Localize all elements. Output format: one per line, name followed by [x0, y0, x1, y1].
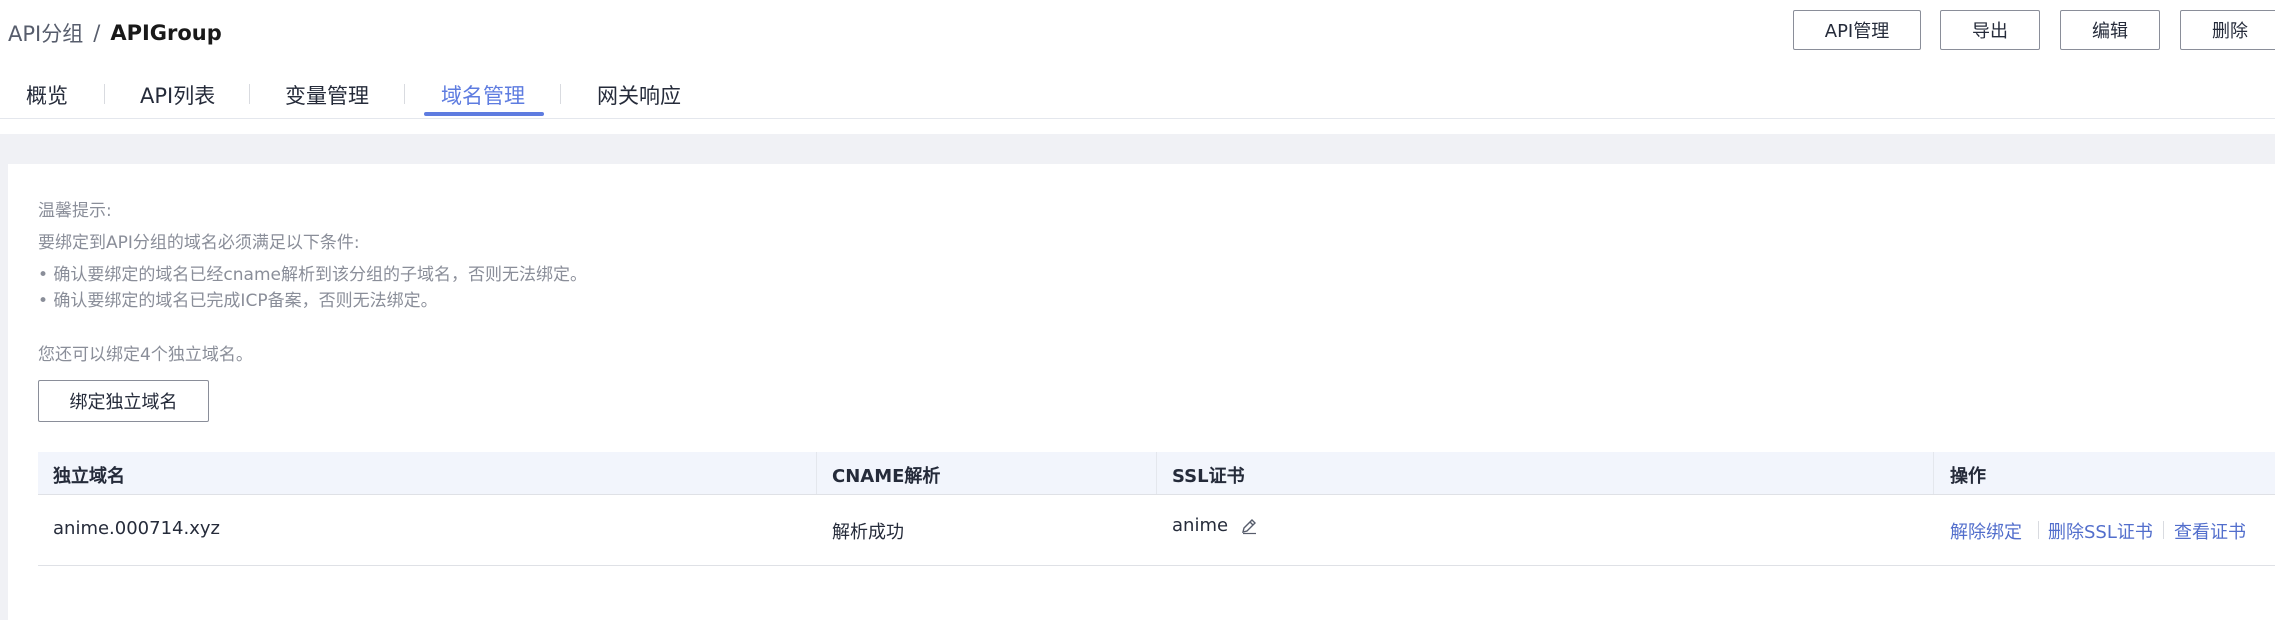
content-left-strip [0, 134, 8, 620]
delete-ssl-link[interactable]: 删除SSL证书 [2048, 518, 2153, 544]
tab-divider [104, 84, 105, 104]
tab-divider [560, 84, 561, 104]
tab-variables[interactable]: 变量管理 [285, 80, 369, 116]
breadcrumb-current: APIGroup [110, 21, 222, 45]
page-header: API分组 / APIGroup API管理 导出 编辑 删除 [0, 0, 2275, 64]
breadcrumb-separator: / [93, 21, 101, 45]
table-header: 独立域名 CNAME解析 SSL证书 操作 [38, 452, 2275, 495]
pencil-edit-icon[interactable] [1240, 517, 1258, 535]
cell-cname: 解析成功 [832, 522, 904, 543]
tip-title: 温馨提示: [38, 201, 112, 221]
header-cname: CNAME解析 [832, 466, 941, 487]
tab-divider [249, 84, 250, 104]
bind-domain-button[interactable]: 绑定独立域名 [38, 380, 209, 422]
cell-domain: anime.000714.xyz [53, 518, 220, 539]
header-ssl: SSL证书 [1172, 466, 1245, 487]
cell-ssl: anime [1172, 515, 1258, 536]
header-ops: 操作 [1950, 466, 1986, 487]
breadcrumb: API分组 / APIGroup [8, 18, 222, 48]
table-row: anime.000714.xyz 解析成功 anime 解除绑定 删除SSL证书… [38, 495, 2275, 566]
api-manage-button[interactable]: API管理 [1793, 10, 1921, 50]
tab-overview[interactable]: 概览 [26, 80, 68, 116]
header-divider [1933, 452, 1934, 494]
header-divider [1156, 452, 1157, 494]
delete-button[interactable]: 删除 [2180, 10, 2275, 50]
tab-divider [404, 84, 405, 104]
tab-gateway-response[interactable]: 网关响应 [597, 80, 681, 116]
header-divider [816, 452, 817, 494]
link-separator [2038, 521, 2039, 539]
tip-item-cname: • 确认要绑定的域名已经cname解析到该分组的子域名，否则无法绑定。 [38, 265, 587, 285]
tip-item-icp: • 确认要绑定的域名已完成ICP备案，否则无法绑定。 [38, 291, 438, 311]
header-domain: 独立域名 [53, 466, 125, 487]
tab-domain-management[interactable]: 域名管理 [441, 80, 525, 116]
active-tab-indicator [424, 112, 544, 116]
edit-button[interactable]: 编辑 [2060, 10, 2160, 50]
content-band [0, 134, 2275, 164]
tab-api-list[interactable]: API列表 [140, 80, 215, 116]
link-separator [2163, 521, 2164, 539]
tip-subtitle: 要绑定到API分组的域名必须满足以下条件: [38, 233, 360, 253]
export-button[interactable]: 导出 [1940, 10, 2040, 50]
ssl-cert-name: anime [1172, 515, 1229, 536]
unbind-link[interactable]: 解除绑定 [1950, 518, 2022, 544]
remaining-quota-text: 您还可以绑定4个独立域名。 [38, 345, 253, 365]
breadcrumb-parent[interactable]: API分组 [8, 18, 83, 48]
view-cert-link[interactable]: 查看证书 [2174, 518, 2246, 544]
